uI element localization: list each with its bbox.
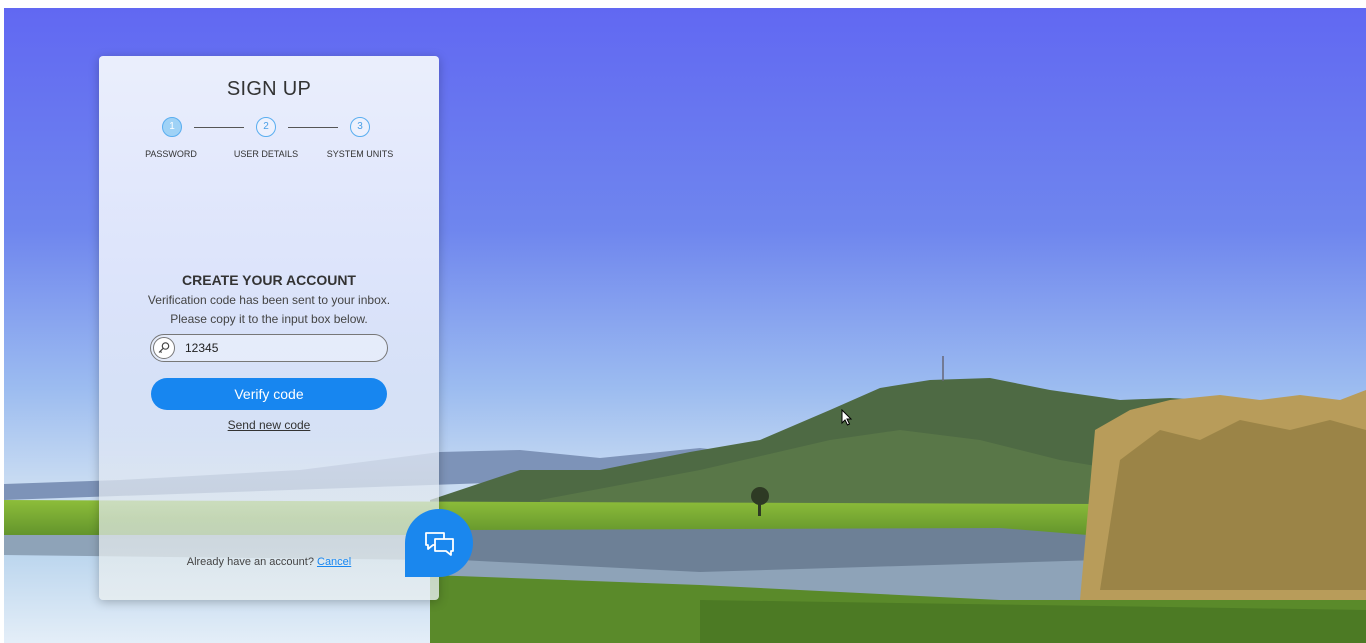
signup-stepper: 1 2 3: [99, 117, 439, 141]
already-have-account-text: Already have an account?: [186, 556, 314, 568]
chat-widget-button[interactable]: [405, 509, 473, 577]
step-3-label: SYSTEM UNITS: [326, 149, 394, 159]
step-1-label: PASSWORD: [145, 149, 197, 159]
create-account-heading: CREATE YOUR ACCOUNT: [182, 272, 356, 288]
verification-message-line1: Verification code has been sent to your …: [147, 293, 391, 307]
step-1-indicator: 1: [162, 117, 182, 137]
verification-code-field[interactable]: [150, 334, 388, 362]
page-background: SIGN UP 1 2 3 PASSWORD USER DETAILS SYST…: [0, 0, 1366, 643]
step-2-indicator: 2: [256, 117, 276, 137]
mouse-cursor-icon: [841, 409, 853, 426]
step-3-indicator: 3: [350, 117, 370, 137]
send-new-code-link[interactable]: Send new code: [99, 418, 439, 432]
signin-footer: Already have an account? Cancel: [99, 556, 439, 568]
step-connector: [194, 127, 244, 128]
verification-message-line2: Please copy it to the input box below.: [170, 312, 368, 326]
chat-bubbles-icon: [425, 532, 454, 556]
verify-code-button[interactable]: Verify code: [151, 378, 387, 410]
step-2-label: USER DETAILS: [233, 149, 299, 159]
card-title: SIGN UP: [226, 78, 312, 100]
cancel-link[interactable]: Cancel: [317, 556, 351, 568]
key-icon: [153, 337, 175, 359]
signup-card: SIGN UP 1 2 3 PASSWORD USER DETAILS SYST…: [99, 56, 439, 600]
step-connector: [288, 127, 338, 128]
verification-code-input[interactable]: [185, 339, 375, 357]
